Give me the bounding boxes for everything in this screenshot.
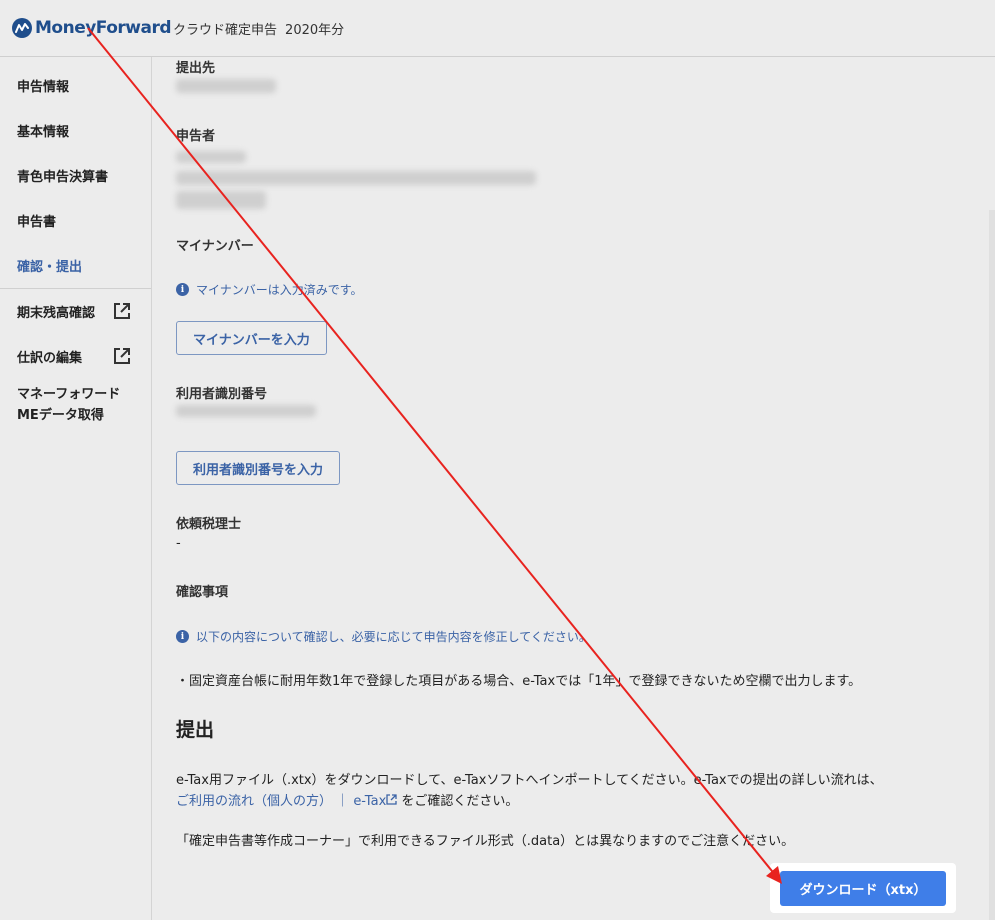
sidebar-item-label: 確認・提出 (17, 260, 83, 275)
link-separator: ｜ (336, 794, 350, 809)
filer-name-redacted (176, 151, 246, 163)
sidebar-item-basic-info[interactable]: 基本情報 (0, 108, 151, 153)
sidebar-item-label-line1: マネーフォワード (17, 387, 121, 402)
tax-accountant-label: 依頼税理士 (176, 517, 242, 532)
external-link-icon (113, 347, 131, 369)
sidebar-item-label: 仕訳の編集 (17, 351, 83, 366)
sidebar-item-label: 期末残高確認 (17, 306, 96, 321)
external-link-icon (113, 302, 131, 324)
main-content: 提出先 申告者 マイナンバー i マイナンバーは入力済みです。 マイナンバーを入… (152, 57, 995, 920)
sidebar-item-label: 申告書 (17, 215, 57, 230)
user-id-value-redacted (176, 405, 316, 417)
mynumber-input-button[interactable]: マイナンバーを入力 (176, 321, 327, 355)
submit-text-2: をご確認ください。 (401, 794, 519, 809)
etax-link[interactable]: e-Tax (353, 794, 386, 809)
sidebar-item-closing-balance[interactable]: 期末残高確認 (0, 289, 151, 334)
user-id-label: 利用者識別番号 (176, 387, 268, 402)
sidebar-item-confirm-submit[interactable]: 確認・提出 (0, 243, 151, 288)
moneyforward-logo-icon (12, 18, 32, 38)
usage-flow-link[interactable]: ご利用の流れ（個人の方） (176, 794, 332, 809)
sidebar-item-label: 申告情報 (17, 80, 70, 95)
sidebar-item-blue-return[interactable]: 青色申告決算書 (0, 153, 151, 198)
moneyforward-logo[interactable]: MoneyForward (12, 18, 172, 38)
confirm-label: 確認事項 (176, 585, 229, 600)
confirm-info: i 以下の内容について確認し、必要に応じて申告内容を修正してください。 (176, 628, 591, 645)
sidebar-item-filing-info[interactable]: 申告情報 (0, 63, 151, 108)
info-icon: i (176, 283, 189, 296)
scrollbar[interactable] (989, 210, 995, 920)
sidebar: 申告情報 基本情報 青色申告決算書 申告書 確認・提出 期末残高確認 仕訳の編集… (0, 57, 152, 920)
mynumber-label: マイナンバー (176, 239, 254, 254)
confirm-item: ・固定資産台帳に耐用年数1年で登録した項目がある場合、e-Taxでは「1年」で登… (176, 674, 862, 689)
logo-text: MoneyForward (35, 18, 172, 38)
sidebar-item-label: 基本情報 (17, 125, 70, 140)
external-link-icon (386, 794, 397, 809)
confirm-info-text: 以下の内容について確認し、必要に応じて申告内容を修正してください。 (196, 630, 591, 644)
mynumber-info-text: マイナンバーは入力済みです。 (196, 283, 363, 297)
submit-to-label: 提出先 (176, 61, 216, 76)
user-id-input-button[interactable]: 利用者識別番号を入力 (176, 451, 341, 485)
sidebar-item-label: 青色申告決算書 (17, 170, 109, 185)
tax-accountant-value: - (176, 536, 181, 551)
submit-section-title: 提出 (176, 719, 215, 741)
sidebar-item-edit-journal[interactable]: 仕訳の編集 (0, 334, 151, 379)
download-highlight: ダウンロード（xtx） (770, 863, 956, 913)
filer-address-redacted (176, 171, 536, 185)
filer-label: 申告者 (176, 129, 216, 144)
submit-links-line: ご利用の流れ（個人の方） ｜ e-Tax をご確認ください。 (176, 790, 518, 809)
mynumber-info: i マイナンバーは入力済みです。 (176, 281, 363, 298)
sidebar-item-me-data[interactable]: マネーフォワード MEデータ取得 (0, 379, 151, 440)
sidebar-item-label-line2: MEデータ取得 (17, 408, 104, 423)
info-icon: i (176, 630, 189, 643)
submit-note: 「確定申告書等作成コーナー」で利用できるファイル形式（.data）とは異なります… (176, 834, 795, 849)
filer-detail-redacted (176, 191, 266, 209)
product-name: クラウド確定申告 (173, 22, 278, 38)
sidebar-item-tax-return[interactable]: 申告書 (0, 198, 151, 243)
submit-to-value-redacted (176, 79, 276, 93)
app-header: MoneyForward クラウド確定申告 2020年分 (0, 0, 995, 57)
submit-text-1: e-Tax用ファイル（.xtx）をダウンロードして、e-Taxソフトへインポート… (176, 773, 883, 788)
fiscal-year[interactable]: 2020年分 (285, 19, 344, 38)
download-xtx-button[interactable]: ダウンロード（xtx） (780, 871, 946, 906)
